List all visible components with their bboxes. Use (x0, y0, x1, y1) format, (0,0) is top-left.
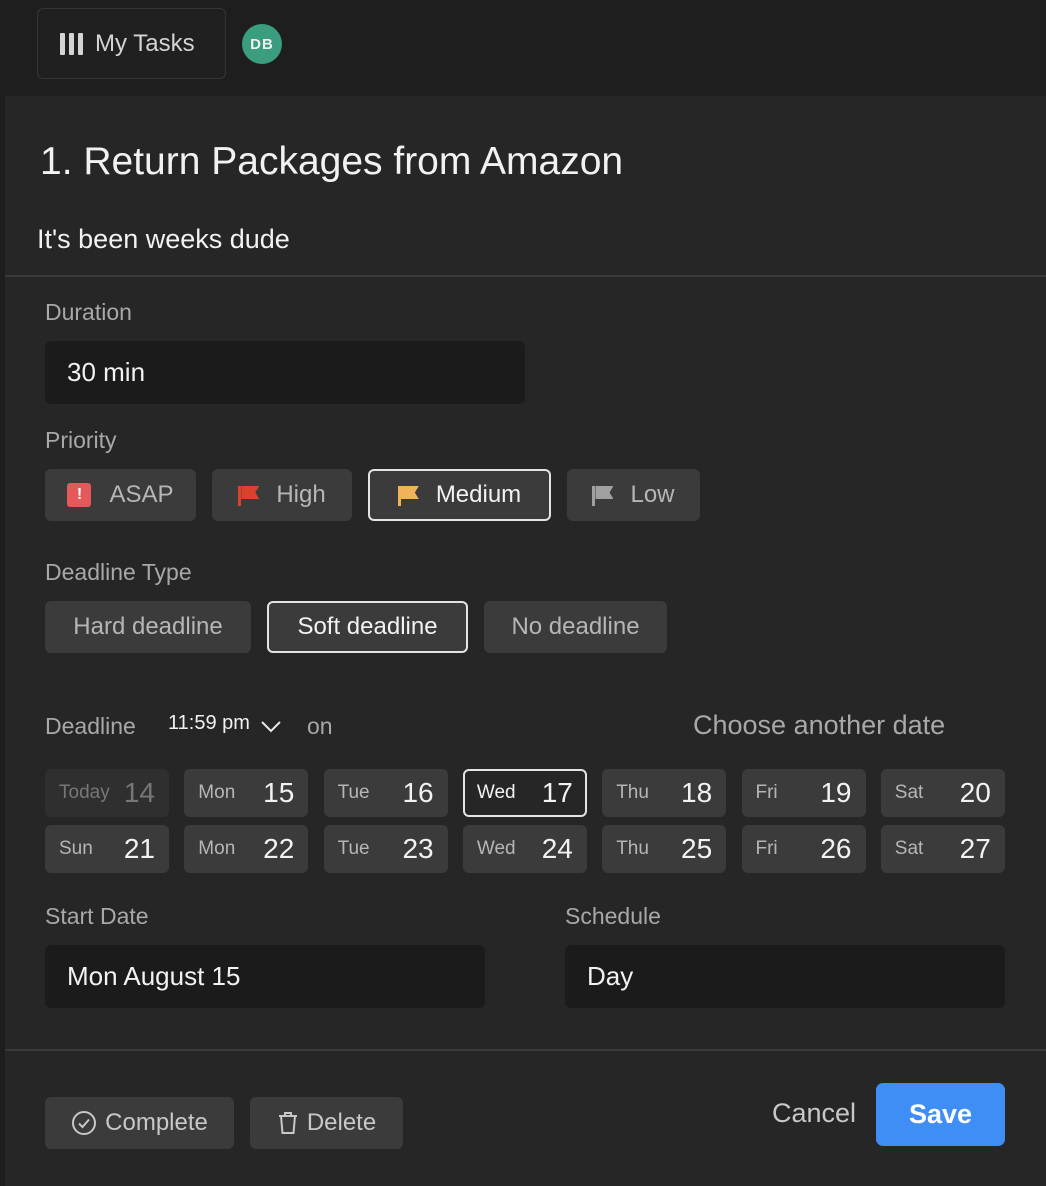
day-number: 23 (402, 833, 434, 864)
deadline-day-option[interactable]: Tue 16 (323, 769, 448, 817)
delete-label: Delete (306, 1109, 377, 1136)
schedule-field[interactable]: Day (565, 945, 1005, 1008)
task-edit-panel: 1. Return Packages from Amazon It's been… (5, 96, 1046, 1186)
deadline-day-option: Today 14 (45, 769, 169, 817)
day-name: Sat (894, 838, 924, 859)
task-title[interactable]: 1. Return Packages from Amazon (40, 140, 623, 184)
deadline-day-option[interactable]: Fri 19 (741, 769, 866, 817)
day-name: Wed (476, 838, 516, 859)
top-bar: My Tasks DB (0, 0, 1046, 96)
day-number: 26 (820, 833, 852, 864)
day-number: 14 (123, 777, 155, 808)
deadline-day-option[interactable]: Wed 24 (462, 825, 587, 873)
deadline-type-option[interactable]: Hard deadline (45, 601, 251, 653)
day-name: Sun (59, 838, 93, 859)
schedule-label: Schedule (565, 903, 661, 929)
deadline-day-option[interactable]: Mon 15 (184, 769, 309, 817)
start-date-field[interactable]: Mon August 15 (45, 945, 485, 1008)
day-name: Thu (616, 838, 649, 859)
complete-label: Complete (105, 1109, 208, 1136)
columns-icon (60, 32, 83, 55)
day-name: Sat (894, 782, 924, 803)
deadline-day-option[interactable]: Wed 17 (462, 769, 587, 817)
choose-another-date-link[interactable]: Choose another date (693, 710, 945, 741)
day-name: Wed (476, 782, 516, 803)
start-date-label: Start Date (45, 903, 149, 929)
save-button[interactable]: Save (876, 1083, 1005, 1146)
my-tasks-label: My Tasks (95, 29, 195, 57)
priority-option-low[interactable]: Low (567, 469, 700, 521)
day-name: Mon (198, 838, 236, 859)
deadline-day-option[interactable]: Sun 21 (45, 825, 169, 873)
day-number: 15 (263, 777, 295, 808)
delete-button[interactable]: Delete (250, 1097, 403, 1149)
day-number: 18 (681, 777, 713, 808)
chevron-down-icon (261, 720, 281, 732)
duration-field[interactable]: 30 min (45, 341, 525, 404)
complete-button[interactable]: Complete (45, 1097, 234, 1149)
duration-label: Duration (45, 299, 132, 325)
deadline-day-option[interactable]: Sat 20 (880, 769, 1005, 817)
check-circle-icon (72, 1111, 97, 1135)
deadline-type-label: Deadline Type (45, 559, 192, 585)
day-name: Today (59, 782, 110, 803)
deadline-on-label: on (307, 713, 333, 739)
divider (5, 275, 1046, 277)
deadline-day-option[interactable]: Mon 22 (184, 825, 309, 873)
priority-option-label: High (276, 481, 326, 508)
deadline-time-value: 11:59 pm (168, 712, 250, 734)
day-name: Fri (755, 838, 778, 859)
day-number: 16 (402, 777, 434, 808)
day-number: 25 (681, 833, 713, 864)
day-number: 22 (263, 833, 295, 864)
flag-icon (238, 486, 258, 506)
priority-option-medium[interactable]: Medium (368, 469, 551, 521)
deadline-type-option[interactable]: Soft deadline (267, 601, 468, 653)
deadline-label: Deadline (45, 713, 136, 739)
task-description[interactable]: It's been weeks dude (37, 224, 290, 255)
deadline-day-option[interactable]: Sat 27 (880, 825, 1005, 873)
day-number: 27 (959, 833, 991, 864)
priority-option-asap[interactable]: ! ASAP (45, 469, 196, 521)
flag-icon (592, 486, 612, 506)
day-name: Tue (337, 838, 370, 859)
priority-option-high[interactable]: High (212, 469, 352, 521)
flag-icon (397, 486, 418, 506)
day-number: 17 (541, 777, 573, 808)
divider (5, 1049, 1046, 1051)
priority-option-label: Medium (435, 481, 522, 508)
deadline-day-option[interactable]: Tue 23 (323, 825, 448, 873)
day-number: 24 (541, 833, 573, 864)
deadline-day-option[interactable]: Fri 26 (741, 825, 866, 873)
priority-label: Priority (45, 427, 117, 453)
deadline-type-option[interactable]: No deadline (484, 601, 667, 653)
day-name: Fri (755, 782, 778, 803)
trash-icon (278, 1112, 297, 1134)
day-name: Thu (616, 782, 649, 803)
day-number: 21 (123, 833, 155, 864)
day-number: 19 (820, 777, 852, 808)
priority-option-label: ASAP (109, 481, 174, 508)
day-name: Tue (337, 782, 370, 803)
cancel-button[interactable]: Cancel (772, 1098, 856, 1129)
day-number: 20 (959, 777, 991, 808)
deadline-time-select[interactable]: 11:59 pm (168, 712, 282, 735)
deadline-day-option[interactable]: Thu 25 (602, 825, 727, 873)
my-tasks-button[interactable]: My Tasks (37, 8, 226, 79)
day-name: Mon (198, 782, 236, 803)
exclamation-icon: ! (67, 483, 92, 507)
deadline-day-option[interactable]: Thu 18 (602, 769, 727, 817)
avatar[interactable]: DB (242, 24, 282, 64)
priority-option-label: Low (630, 481, 675, 508)
